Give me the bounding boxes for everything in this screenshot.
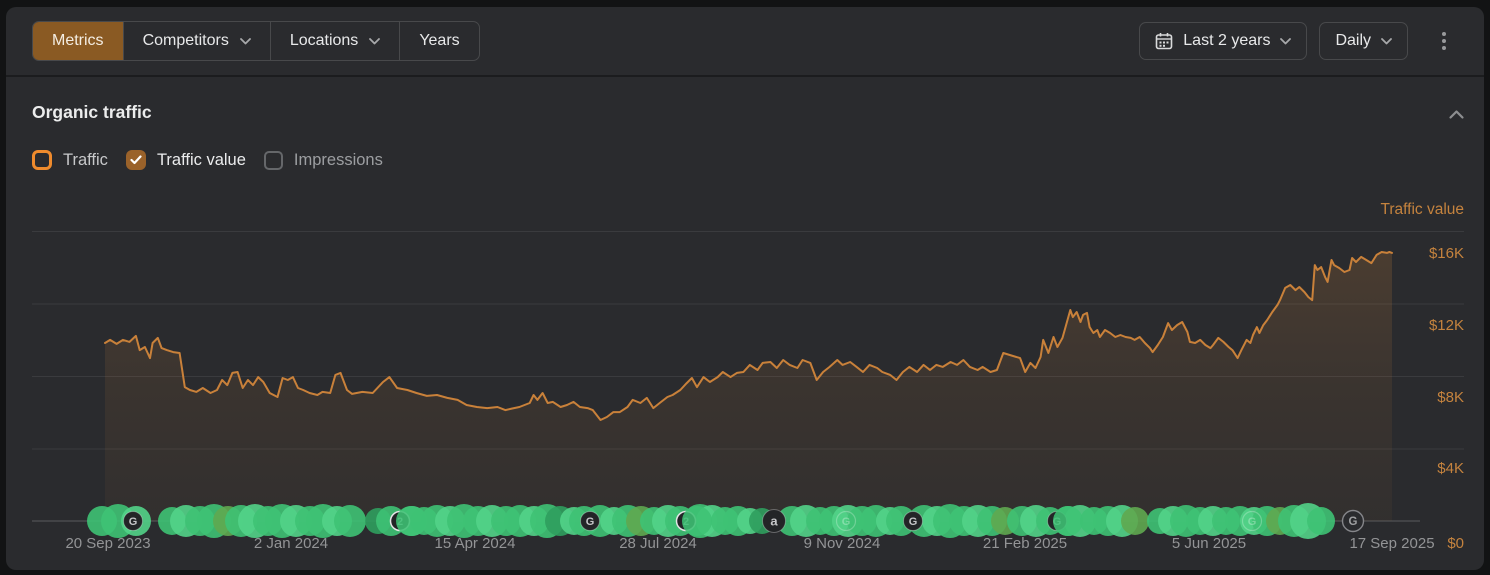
chevron-up-icon (1448, 109, 1464, 119)
chevron-down-icon (239, 37, 251, 44)
update-marker-circle[interactable] (682, 506, 712, 536)
x-tick-7: 17 Sep 2025 (1349, 535, 1434, 552)
google-update-markers: G2G2aGGGGG (87, 503, 1365, 539)
x-tick-2: 15 Apr 2024 (435, 535, 516, 552)
tab-locations-label: Locations (289, 32, 359, 49)
tab-locations[interactable]: Locations (269, 22, 400, 60)
collapse-section-button[interactable] (1444, 103, 1468, 125)
checkbox-traffic[interactable]: Traffic (32, 150, 108, 170)
toolbar-right-controls: Last 2 years Daily (1139, 22, 1450, 60)
chart-plot-area (32, 231, 1464, 522)
checkbox-impressions[interactable]: Impressions (263, 150, 383, 170)
google-update-badge[interactable]: G (903, 511, 923, 531)
chevron-down-icon (369, 37, 381, 44)
y-tick-12k: $12K (1429, 317, 1464, 334)
ahrefs-update-badge[interactable]: a (762, 509, 786, 533)
svg-text:G: G (129, 516, 138, 528)
google-update-badge[interactable]: G (123, 511, 143, 531)
x-tick-3: 28 Jul 2024 (619, 535, 697, 552)
kebab-menu-icon[interactable] (1438, 28, 1450, 54)
toolbar: Metrics Competitors Locations Years Last… (6, 7, 1484, 77)
svg-text:a: a (770, 514, 778, 529)
tab-years[interactable]: Years (399, 22, 478, 60)
calendar-icon (1155, 33, 1173, 50)
x-tick-6: 5 Jun 2025 (1172, 535, 1246, 552)
impressions-checkbox-label: Impressions (293, 150, 383, 169)
traffic-checkbox-box[interactable] (32, 150, 52, 170)
tab-metrics-label: Metrics (52, 32, 104, 49)
y-tick-8k: $8K (1437, 389, 1464, 406)
x-tick-4: 9 Nov 2024 (804, 535, 881, 552)
chevron-down-icon (1280, 37, 1292, 44)
x-tick-0: 20 Sep 2023 (65, 535, 150, 552)
granularity-button[interactable]: Daily (1319, 22, 1408, 60)
chevron-down-icon (1381, 37, 1392, 44)
granularity-label: Daily (1335, 32, 1371, 49)
tab-years-label: Years (419, 32, 460, 49)
google-update-badge[interactable]: G (580, 511, 600, 531)
tab-metrics[interactable]: Metrics (33, 22, 123, 60)
y-tick-4k: $4K (1437, 460, 1464, 477)
traffic-checkbox-label: Traffic (63, 150, 108, 169)
tab-competitors[interactable]: Competitors (122, 22, 270, 60)
update-marker-circle[interactable] (1121, 507, 1149, 535)
section-title: Organic traffic (32, 102, 152, 122)
svg-text:G: G (1349, 516, 1358, 528)
y-tick-16k: $16K (1429, 245, 1464, 262)
date-range-label: Last 2 years (1183, 32, 1271, 49)
update-marker-circle[interactable] (334, 505, 366, 537)
svg-text:G: G (586, 516, 595, 528)
date-range-button[interactable]: Last 2 years (1139, 22, 1308, 60)
x-tick-5: 21 Feb 2025 (983, 535, 1067, 552)
x-tick-1: 2 Jan 2024 (254, 535, 328, 552)
metric-toggles: Traffic Traffic value Impressions (32, 150, 383, 170)
y-axis-title: Traffic value (1380, 201, 1464, 218)
traffic-value-checkbox-label: Traffic value (156, 150, 246, 169)
organic-traffic-chart: Traffic value $16K $12K $8K $4K $0 20 Se… (32, 201, 1464, 552)
impressions-checkbox-box[interactable] (263, 150, 283, 170)
svg-text:G: G (1248, 516, 1257, 528)
y-tick-0: $0 (1447, 535, 1464, 552)
toolbar-tab-group: Metrics Competitors Locations Years (32, 21, 480, 61)
google-update-end-marker[interactable]: G (1341, 509, 1365, 533)
svg-text:G: G (909, 516, 918, 528)
update-marker-circle[interactable] (396, 506, 426, 536)
update-marker-circle[interactable] (1053, 506, 1083, 536)
check-icon (130, 155, 142, 165)
update-marker-circle[interactable] (1307, 507, 1335, 535)
tab-competitors-label: Competitors (142, 32, 229, 49)
traffic-value-checkbox-box[interactable] (125, 150, 146, 170)
svg-text:G: G (842, 516, 851, 528)
checkbox-traffic-value[interactable]: Traffic value (125, 150, 246, 170)
